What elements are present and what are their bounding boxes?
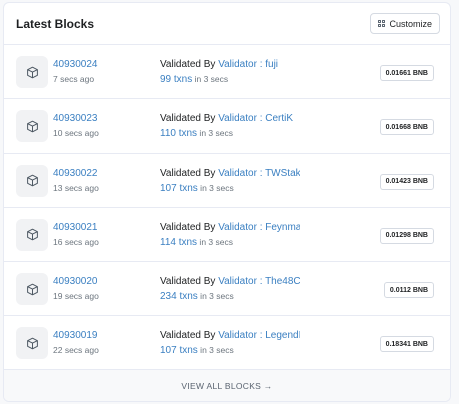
block-duration: in 3 secs <box>197 236 233 247</box>
txns-link[interactable]: 234 txns <box>160 291 198 302</box>
list-item: 40930019 22 secs ago Validated By Valida… <box>4 316 450 371</box>
validator-link[interactable]: Validator : Feynman <box>218 222 300 233</box>
cube-icon <box>16 218 48 251</box>
validated-by: Validated By Validator : TWStak... <box>160 168 300 179</box>
block-number-link[interactable]: 40930022 <box>53 168 98 179</box>
txns: 107 txns in 3 secs <box>160 183 234 194</box>
validator-link[interactable]: Validator : fuji <box>218 59 278 70</box>
cube-icon <box>16 56 48 88</box>
block-number-link[interactable]: 40930019 <box>53 330 98 341</box>
txns-link[interactable]: 107 txns <box>160 183 198 194</box>
block-reward-badge: 0.01298 BNB <box>379 227 434 244</box>
block-number-link[interactable]: 40930024 <box>53 59 98 70</box>
block-reward-badge: 0.01661 BNB <box>379 65 434 81</box>
block-duration: in 3 secs <box>197 182 234 193</box>
block-reward-badge: 0.0112 BNB <box>383 282 434 299</box>
validator-link[interactable]: Validator : LegendIII <box>218 330 300 341</box>
block-reward-badge: 0.01423 BNB <box>379 173 434 190</box>
block-age: 22 secs ago <box>53 345 99 356</box>
validated-by: Validated By Validator : fuji <box>160 59 278 70</box>
list-item: 40930024 7 secs ago Validated By Validat… <box>4 45 450 100</box>
cube-icon <box>16 110 48 143</box>
block-age: 10 secs ago <box>53 128 99 139</box>
block-reward-badge: 0.01668 BNB <box>379 119 434 136</box>
validated-by: Validated By Validator : The48C... <box>160 276 300 287</box>
validated-by: Validated By Validator : Feynman <box>160 222 300 233</box>
validator-link[interactable]: Validator : TWStak... <box>218 168 300 179</box>
validated-by-label: Validated By <box>160 330 219 342</box>
validated-by-label: Validated By <box>160 59 219 70</box>
txns: 114 txns in 3 secs <box>160 237 233 248</box>
block-reward-badge: 0.18341 BNB <box>379 336 434 353</box>
block-age: 19 secs ago <box>53 291 99 302</box>
block-age: 13 secs ago <box>53 182 99 193</box>
txns-link[interactable]: 99 txns <box>160 74 192 85</box>
validated-by: Validated By Validator : LegendIII <box>160 330 300 341</box>
block-age: 7 secs ago <box>53 74 95 84</box>
validated-by: Validated By Validator : CertiK <box>160 113 293 124</box>
cube-icon <box>16 327 48 360</box>
card-title: Latest Blocks <box>16 16 95 31</box>
customize-label: Customize <box>389 18 432 29</box>
blocks-list: 40930024 7 secs ago Validated By Validat… <box>4 45 450 371</box>
txns-link[interactable]: 114 txns <box>160 237 197 248</box>
block-duration: in 3 secs <box>197 128 233 139</box>
txns: 234 txns in 3 secs <box>160 291 234 302</box>
validated-by-label: Validated By <box>160 221 219 233</box>
list-item: 40930021 16 secs ago Validated By Valida… <box>4 208 450 263</box>
block-duration: in 3 secs <box>197 345 234 356</box>
block-number-link[interactable]: 40930023 <box>53 113 98 124</box>
customize-button[interactable]: Customize <box>370 13 440 34</box>
card-header: Latest Blocks Customize <box>4 3 450 45</box>
txns: 107 txns in 3 secs <box>160 345 234 356</box>
cube-icon <box>16 164 48 197</box>
txns: 110 txns in 3 secs <box>160 128 233 139</box>
list-item: 40930022 13 secs ago Validated By Valida… <box>4 154 450 208</box>
validated-by-label: Validated By <box>160 167 219 179</box>
validator-link[interactable]: Validator : CertiK <box>218 113 293 124</box>
grid-icon <box>378 20 386 27</box>
block-number-link[interactable]: 40930020 <box>53 276 98 287</box>
block-number-link[interactable]: 40930021 <box>53 222 98 233</box>
latest-blocks-card: Latest Blocks Customize 40930024 7 secs … <box>3 2 451 402</box>
list-item: 40930020 19 secs ago Validated By Valida… <box>4 262 450 317</box>
txns-link[interactable]: 107 txns <box>160 345 198 356</box>
validated-by-label: Validated By <box>160 113 219 125</box>
block-duration: in 3 secs <box>197 291 234 302</box>
validator-link[interactable]: Validator : The48C... <box>218 276 300 287</box>
txns-link[interactable]: 110 txns <box>160 128 197 139</box>
block-age: 16 secs ago <box>53 236 99 247</box>
txns: 99 txns in 3 secs <box>160 74 228 85</box>
list-item: 40930023 10 secs ago Validated By Valida… <box>4 99 450 154</box>
block-duration: in 3 secs <box>192 74 229 84</box>
view-all-blocks-link[interactable]: VIEW ALL BLOCKS → <box>4 369 450 401</box>
validated-by-label: Validated By <box>160 276 219 288</box>
cube-icon <box>16 273 48 306</box>
